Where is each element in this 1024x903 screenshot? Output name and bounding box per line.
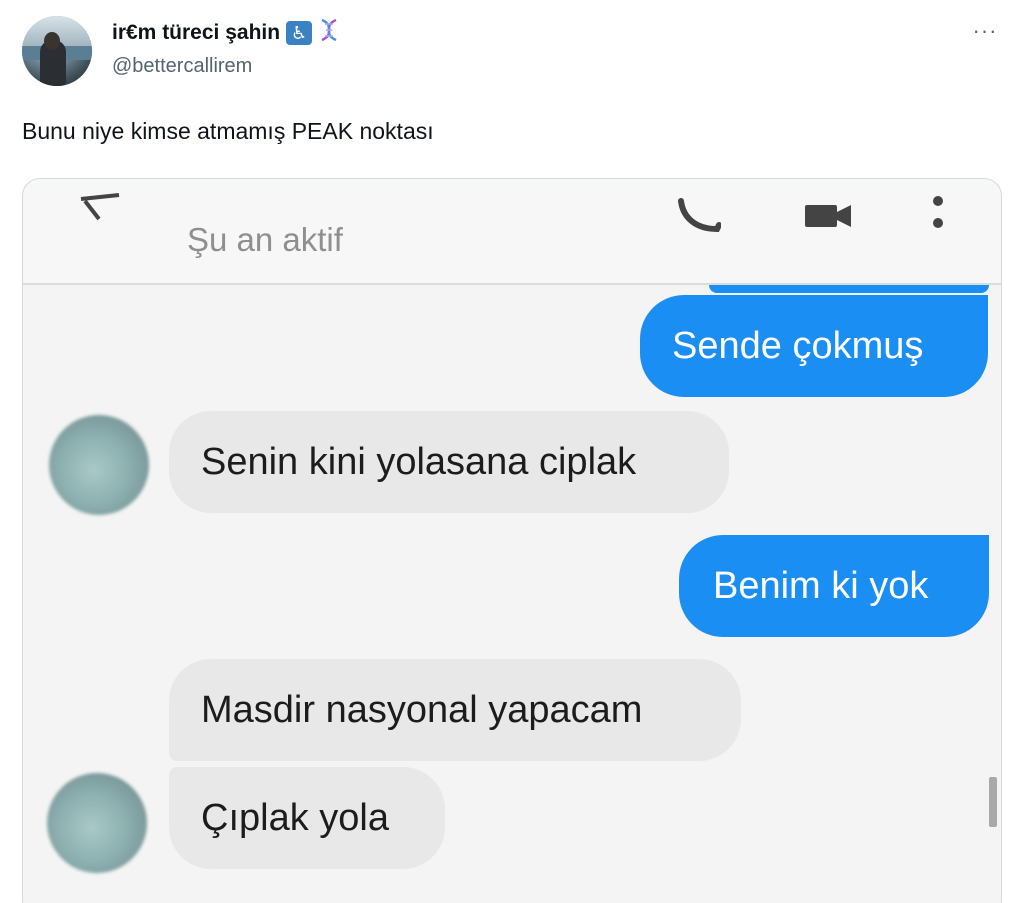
tweet-card: ir€m türeci şahin ♿ @bettercallirem ··· …: [0, 0, 1024, 903]
message-incoming: Masdir nasyonal yapacam: [169, 659, 741, 761]
message-text: Benim ki yok: [713, 565, 929, 607]
contact-avatar[interactable]: [49, 415, 149, 515]
previous-message-edge: [709, 285, 989, 293]
active-status-text: Şu an aktif: [187, 221, 343, 258]
profile-avatar[interactable]: [22, 16, 92, 86]
message-incoming: Senin kini yolasana ciplak: [169, 411, 729, 513]
avatar-head: [44, 32, 60, 50]
contact-avatar[interactable]: [47, 773, 147, 873]
video-call-icon: [805, 205, 851, 227]
more-vertical-icon: [933, 196, 943, 228]
user-handle[interactable]: @bettercallirem: [112, 55, 252, 78]
message-text: Sende çokmuş: [672, 325, 924, 367]
scrollbar-thumb[interactable]: [989, 777, 997, 827]
more-options-button[interactable]: ···: [968, 14, 1002, 48]
chat-messages: Sende çokmuş Senin kini yolasana ciplak …: [23, 285, 1001, 903]
back-arrow-icon: [80, 193, 120, 221]
phone-call-icon: [678, 198, 721, 233]
author-name-row: ir€m türeci şahin ♿: [112, 18, 340, 47]
display-name[interactable]: ir€m türeci şahin: [112, 21, 280, 45]
message-text: Masdir nasyonal yapacam: [201, 689, 643, 731]
attached-screenshot[interactable]: Şu an aktif Sende çokmuş Senin kini yola…: [22, 178, 1002, 903]
message-text: Senin kini yolasana ciplak: [201, 441, 637, 483]
chat-header: Şu an aktif: [23, 179, 1001, 285]
message-incoming: Çıplak yola: [169, 767, 445, 869]
message-outgoing: Sende çokmuş: [640, 295, 988, 397]
wheelchair-icon: ♿: [286, 20, 313, 45]
message-text: Çıplak yola: [201, 797, 389, 839]
message-outgoing: Benim ki yok: [679, 535, 989, 637]
dna-icon: [318, 18, 340, 47]
tweet-text: Bunu niye kimse atmamış PEAK noktası: [22, 118, 434, 144]
